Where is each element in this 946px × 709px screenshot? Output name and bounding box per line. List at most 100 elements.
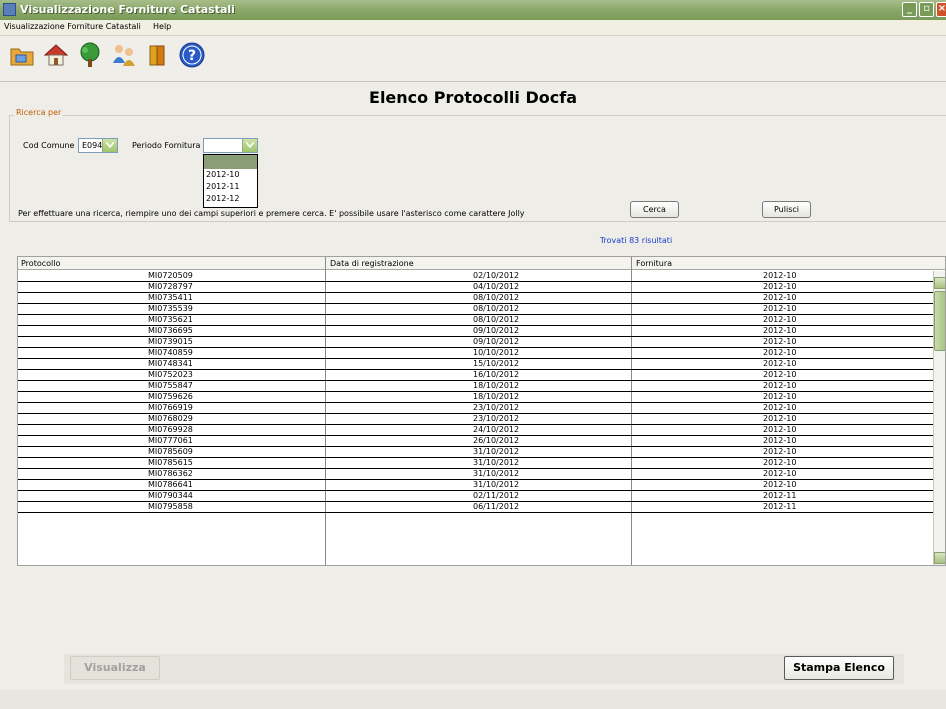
- table-row[interactable]: MI0755847 18/10/2012 2012-10: [18, 381, 933, 392]
- cell-data-registrazione: 09/10/2012: [473, 337, 520, 346]
- cell-fornitura: 2012-10: [763, 337, 797, 346]
- minimize-button[interactable]: _: [902, 2, 917, 17]
- table-row[interactable]: MI0786641 31/10/2012 2012-10: [18, 480, 933, 491]
- column-header-protocollo[interactable]: Protocollo: [21, 259, 60, 268]
- cell-data-registrazione: 15/10/2012: [473, 359, 520, 368]
- people-icon[interactable]: [110, 41, 138, 69]
- cell-fornitura: 2012-10: [763, 480, 797, 489]
- scroll-up-icon[interactable]: [934, 277, 945, 289]
- cell-fornitura: 2012-10: [763, 326, 797, 335]
- page-title: Elenco Protocolli Docfa: [369, 88, 577, 107]
- cell-protocollo: MI0752023: [148, 370, 193, 379]
- cell-protocollo: MI0736695: [148, 326, 193, 335]
- cell-data-registrazione: 23/10/2012: [473, 414, 520, 423]
- app-icon: [3, 3, 16, 16]
- cell-protocollo: MI0768029: [148, 414, 193, 423]
- maximize-button[interactable]: ▫: [919, 2, 934, 17]
- table-row[interactable]: MI0728797 04/10/2012 2012-10: [18, 282, 933, 293]
- table-row[interactable]: MI0720509 02/10/2012 2012-10: [18, 271, 933, 282]
- cell-data-registrazione: 18/10/2012: [473, 392, 520, 401]
- pulisci-button[interactable]: Pulisci: [762, 201, 811, 218]
- cell-fornitura: 2012-10: [763, 282, 797, 291]
- cell-protocollo: MI0769928: [148, 425, 193, 434]
- cell-data-registrazione: 23/10/2012: [473, 403, 520, 412]
- menu-item-visualizzazione[interactable]: Visualizzazione Forniture Catastali: [4, 22, 141, 31]
- house-icon[interactable]: [42, 41, 70, 69]
- cell-fornitura: 2012-10: [763, 414, 797, 423]
- cell-protocollo: MI0786641: [148, 480, 193, 489]
- chevron-down-icon[interactable]: [242, 139, 257, 152]
- table-row[interactable]: MI0759626 18/10/2012 2012-10: [18, 392, 933, 403]
- column-header-fornitura[interactable]: Fornitura: [636, 259, 672, 268]
- cell-protocollo: MI0735539: [148, 304, 193, 313]
- results-count-text: Trovati 83 risultati: [599, 236, 673, 245]
- cell-data-registrazione: 10/10/2012: [473, 348, 520, 357]
- cell-protocollo: MI0748341: [148, 359, 193, 368]
- dropdown-option[interactable]: 2012-12: [204, 193, 257, 205]
- vertical-scrollbar[interactable]: [933, 271, 945, 565]
- window-title: Visualizzazione Forniture Catastali: [20, 3, 235, 16]
- dropdown-option[interactable]: 2012-11: [204, 181, 257, 193]
- table-row[interactable]: MI0790344 02/11/2012 2012-11: [18, 491, 933, 502]
- toolbar: ?: [0, 36, 946, 82]
- cell-protocollo: MI0740859: [148, 348, 193, 357]
- table-row[interactable]: MI0769928 24/10/2012 2012-10: [18, 425, 933, 436]
- search-hint: Per effettuare una ricerca, riempire uno…: [18, 209, 525, 218]
- cell-data-registrazione: 31/10/2012: [473, 458, 520, 467]
- cell-fornitura: 2012-10: [763, 304, 797, 313]
- column-header-data-registrazione[interactable]: Data di registrazione: [330, 259, 414, 268]
- table-row[interactable]: MI0752023 16/10/2012 2012-10: [18, 370, 933, 381]
- cell-fornitura: 2012-10: [763, 436, 797, 445]
- tree-icon[interactable]: [76, 41, 104, 69]
- table-row[interactable]: MI0735621 08/10/2012 2012-10: [18, 315, 933, 326]
- cod-comune-value: E094: [82, 141, 103, 150]
- svg-text:?: ?: [188, 48, 196, 64]
- table-row[interactable]: MI0740859 10/10/2012 2012-10: [18, 348, 933, 359]
- dropdown-option[interactable]: 2012-10: [204, 169, 257, 181]
- folder-icon[interactable]: [8, 41, 36, 69]
- periodo-fornitura-label: Periodo Fornitura: [132, 141, 201, 150]
- table-row[interactable]: MI0795858 06/11/2012 2012-11: [18, 502, 933, 513]
- cell-data-registrazione: 18/10/2012: [473, 381, 520, 390]
- table-row[interactable]: MI0766919 23/10/2012 2012-10: [18, 403, 933, 414]
- table-row[interactable]: MI0735411 08/10/2012 2012-10: [18, 293, 933, 304]
- table-row[interactable]: MI0736695 09/10/2012 2012-10: [18, 326, 933, 337]
- cell-fornitura: 2012-10: [763, 370, 797, 379]
- table-row[interactable]: MI0735539 08/10/2012 2012-10: [18, 304, 933, 315]
- cell-fornitura: 2012-10: [763, 315, 797, 324]
- table-row[interactable]: MI0785615 31/10/2012 2012-10: [18, 458, 933, 469]
- table-row[interactable]: MI0748341 15/10/2012 2012-10: [18, 359, 933, 370]
- scroll-down-icon[interactable]: [934, 552, 945, 564]
- cod-comune-label: Cod Comune: [23, 141, 75, 150]
- table-row[interactable]: MI0777061 26/10/2012 2012-10: [18, 436, 933, 447]
- cell-data-registrazione: 08/10/2012: [473, 315, 520, 324]
- table-row[interactable]: MI0786362 31/10/2012 2012-10: [18, 469, 933, 480]
- table-row[interactable]: MI0739015 09/10/2012 2012-10: [18, 337, 933, 348]
- cell-fornitura: 2012-10: [763, 425, 797, 434]
- status-bar: [0, 690, 946, 709]
- chevron-down-icon[interactable]: [102, 139, 117, 152]
- cell-protocollo: MI0735411: [148, 293, 193, 302]
- stampa-elenco-button[interactable]: Stampa Elenco: [784, 656, 894, 680]
- cell-protocollo: MI0766919: [148, 403, 193, 412]
- help-icon[interactable]: ?: [178, 41, 206, 69]
- scroll-thumb[interactable]: [934, 291, 945, 351]
- table-row[interactable]: MI0785609 31/10/2012 2012-10: [18, 447, 933, 458]
- cell-fornitura: 2012-10: [763, 403, 797, 412]
- cod-comune-combobox[interactable]: E094: [78, 138, 118, 153]
- menu-item-help[interactable]: Help: [153, 22, 171, 31]
- results-table: Protocollo Data di registrazione Fornitu…: [17, 256, 946, 566]
- cell-data-registrazione: 08/10/2012: [473, 304, 520, 313]
- cell-protocollo: MI0795858: [148, 502, 193, 511]
- dropdown-option[interactable]: [204, 155, 257, 169]
- periodo-fornitura-combobox[interactable]: [203, 138, 258, 153]
- cell-fornitura: 2012-10: [763, 469, 797, 478]
- visualizza-button[interactable]: Visualizza: [70, 656, 160, 680]
- menu-bar: Visualizzazione Forniture Catastali Help: [0, 20, 946, 36]
- cell-protocollo: MI0739015: [148, 337, 193, 346]
- cerca-button[interactable]: Cerca: [630, 201, 679, 218]
- cell-data-registrazione: 08/10/2012: [473, 293, 520, 302]
- close-button[interactable]: ×: [936, 2, 946, 17]
- books-icon[interactable]: [144, 41, 172, 69]
- table-row[interactable]: MI0768029 23/10/2012 2012-10: [18, 414, 933, 425]
